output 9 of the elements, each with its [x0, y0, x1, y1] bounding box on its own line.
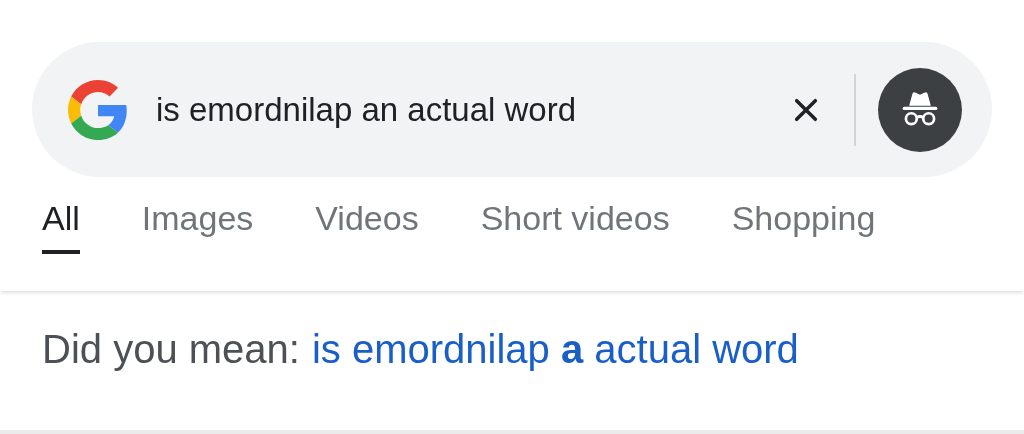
search-tab[interactable]: Short videos	[480, 193, 670, 254]
did-you-mean-label: Did you mean:	[42, 327, 300, 371]
search-tab[interactable]: Videos	[315, 193, 419, 254]
search-tab[interactable]: All	[42, 193, 80, 254]
google-logo-icon	[68, 79, 128, 140]
search-field[interactable]: is emordnilap an actual word	[156, 90, 788, 129]
suggestion-link[interactable]: is emordnilap a actual word	[311, 327, 799, 371]
search-tab[interactable]: Shopping	[731, 193, 876, 254]
search-tab[interactable]: Images	[141, 193, 254, 254]
